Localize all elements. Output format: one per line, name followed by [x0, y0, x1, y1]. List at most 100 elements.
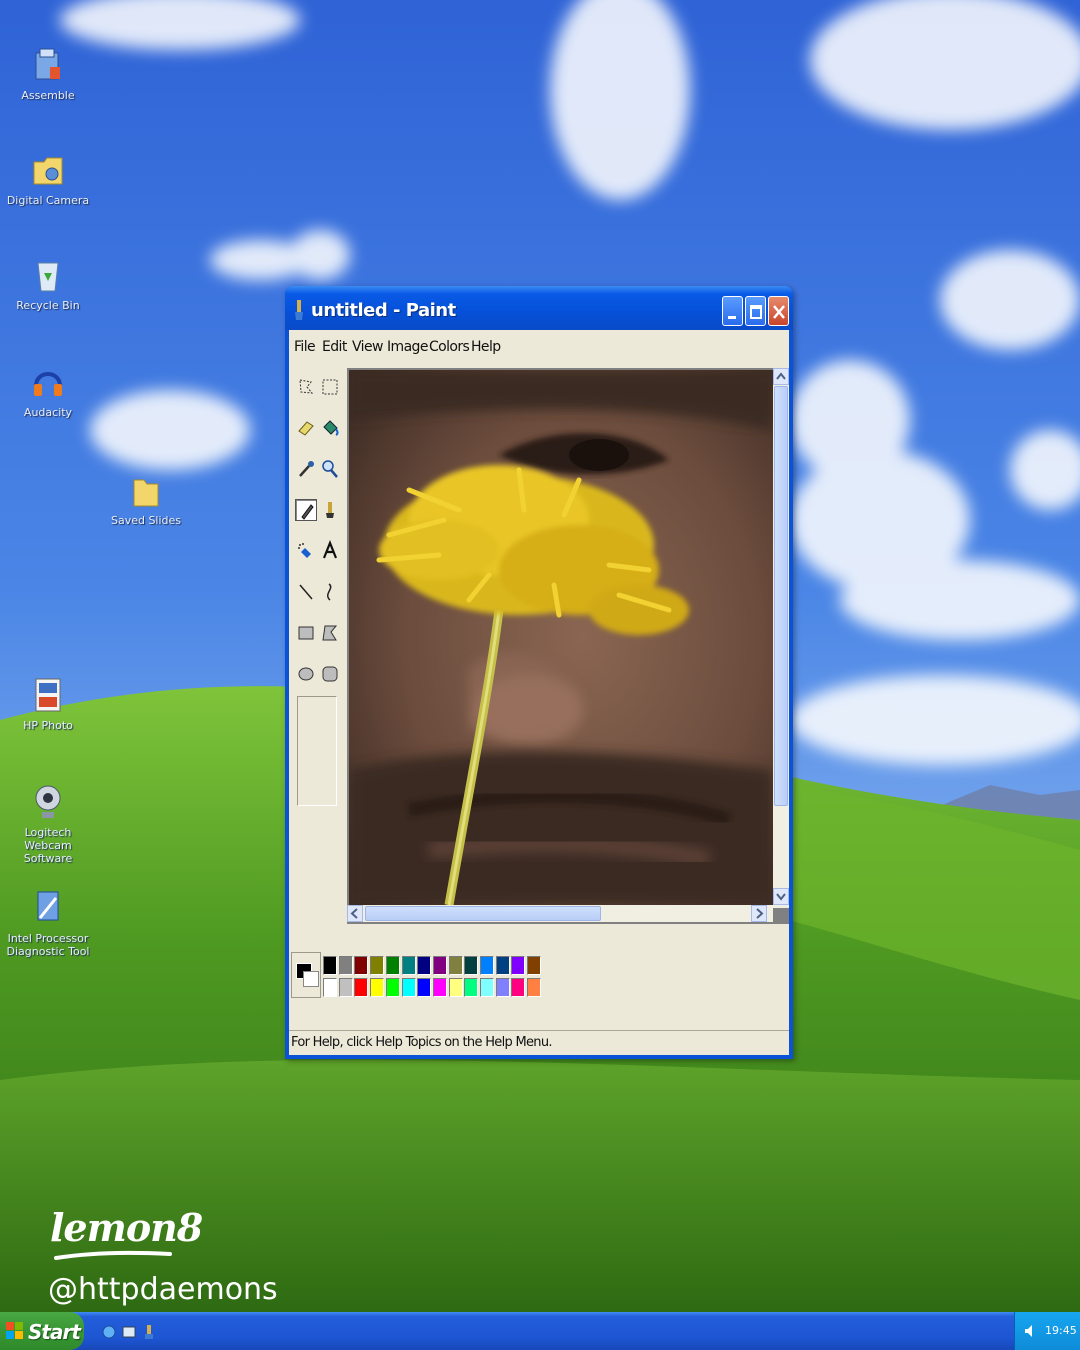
- minimize-button[interactable]: [722, 296, 743, 326]
- window-title: untitled - Paint: [311, 300, 456, 321]
- palette-swatch[interactable]: [323, 956, 337, 975]
- paint-window[interactable]: untitled - Paint File Edit View Image Co…: [285, 286, 793, 1059]
- current-colors[interactable]: [291, 952, 321, 998]
- desktop-icon-saved-slides[interactable]: Saved Slides: [98, 470, 194, 527]
- palette-swatch[interactable]: [354, 978, 369, 997]
- tool-options-box[interactable]: [297, 696, 337, 806]
- polygon-tool[interactable]: [319, 622, 341, 644]
- vertical-scroll-thumb[interactable]: [774, 386, 788, 806]
- desktop-icon-hp-photo[interactable]: HP Photo: [0, 675, 96, 732]
- palette-swatch[interactable]: [417, 956, 432, 975]
- vertical-scrollbar[interactable]: [773, 368, 789, 908]
- palette-swatch[interactable]: [323, 978, 337, 997]
- line-icon: [299, 584, 313, 600]
- line-tool[interactable]: [295, 581, 317, 603]
- photo-face-with-dandelion: [349, 370, 773, 905]
- headphones-icon: [34, 372, 62, 396]
- scroll-up-button[interactable]: [773, 368, 789, 385]
- desktop-icon-intel[interactable]: Intel Processor Diagnostic Tool: [0, 888, 96, 958]
- package-icon: [35, 48, 60, 80]
- palette-swatch[interactable]: [338, 956, 353, 975]
- desktop-icon-camera[interactable]: Digital Camera: [0, 150, 96, 207]
- airbrush-tool[interactable]: [295, 540, 317, 562]
- palette-swatch[interactable]: [448, 978, 463, 997]
- desktop-icon-audacity[interactable]: Audacity: [0, 362, 96, 419]
- desktop-icon-recycle-bin[interactable]: Recycle Bin: [0, 255, 96, 312]
- folder-camera-icon: [33, 157, 63, 185]
- volume-icon[interactable]: [1023, 1323, 1037, 1339]
- palette-swatch[interactable]: [511, 956, 526, 975]
- eraser-tool[interactable]: [295, 417, 317, 439]
- desktop-icon-label: Recycle Bin: [16, 299, 80, 312]
- pick-color-tool[interactable]: [295, 458, 317, 480]
- palette-swatch[interactable]: [480, 978, 494, 997]
- rect-select-tool[interactable]: [319, 376, 341, 398]
- scroll-down-button[interactable]: [773, 888, 789, 905]
- desktop-icon-assemble[interactable]: Assemble: [0, 45, 96, 102]
- quick-launch-paint-icon[interactable]: [142, 1324, 156, 1340]
- paint-client-area: File Edit View Image Colors Help For Hel…: [289, 330, 789, 1055]
- eraser-icon: [298, 421, 314, 436]
- menu-view[interactable]: View: [352, 339, 383, 355]
- palette-swatch[interactable]: [480, 956, 494, 975]
- airbrush-icon: [298, 543, 311, 558]
- palette-swatch[interactable]: [464, 978, 479, 997]
- rectangle-tool[interactable]: [295, 622, 317, 644]
- clock[interactable]: 19:45: [1045, 1324, 1077, 1337]
- rounded-rect-tool[interactable]: [319, 663, 341, 685]
- menu-file[interactable]: File: [294, 339, 316, 355]
- desktop-icon-logitech[interactable]: Logitech Webcam Software: [0, 782, 96, 865]
- menu-bar: File Edit View Image Colors Help: [289, 330, 789, 364]
- palette-swatch[interactable]: [511, 978, 526, 997]
- photo-software-icon: [35, 678, 61, 712]
- palette-swatch[interactable]: [401, 978, 416, 997]
- palette-swatch[interactable]: [527, 978, 542, 997]
- palette-swatch[interactable]: [354, 956, 369, 975]
- rect-select-icon: [322, 379, 338, 395]
- palette-swatch[interactable]: [527, 956, 542, 975]
- canvas-area[interactable]: [347, 368, 789, 924]
- curve-tool[interactable]: [319, 581, 341, 603]
- fill-tool[interactable]: [319, 417, 341, 439]
- background-color: [303, 971, 319, 987]
- text-tool[interactable]: [319, 540, 341, 562]
- horizontal-scrollbar[interactable]: [347, 905, 773, 922]
- canvas-image[interactable]: [349, 370, 773, 905]
- magnifier-tool[interactable]: [319, 458, 341, 480]
- palette-swatch[interactable]: [338, 978, 353, 997]
- quick-launch-ie-icon[interactable]: [102, 1324, 116, 1340]
- close-button[interactable]: [768, 296, 789, 326]
- quick-launch-desktop-icon[interactable]: [122, 1324, 136, 1340]
- palette-swatch[interactable]: [495, 956, 510, 975]
- palette-swatch[interactable]: [448, 956, 463, 975]
- maximize-button[interactable]: [745, 296, 766, 326]
- recycle-bin-icon: [37, 262, 59, 292]
- scroll-left-button[interactable]: [347, 905, 363, 922]
- palette-swatch[interactable]: [401, 956, 416, 975]
- pencil-tool[interactable]: [295, 499, 317, 521]
- scroll-right-button[interactable]: [751, 905, 767, 922]
- start-label: Start: [28, 1320, 81, 1344]
- palette-swatch[interactable]: [417, 978, 432, 997]
- rectangle-icon: [298, 626, 314, 640]
- start-button[interactable]: Start: [0, 1312, 84, 1350]
- menu-image[interactable]: Image: [387, 339, 428, 355]
- palette-swatch[interactable]: [432, 978, 447, 997]
- horizontal-scroll-thumb[interactable]: [365, 906, 601, 921]
- palette-swatch[interactable]: [370, 956, 385, 975]
- chevron-left-icon: [350, 908, 358, 919]
- palette-swatch[interactable]: [385, 978, 400, 997]
- title-bar[interactable]: untitled - Paint: [285, 286, 793, 330]
- menu-help[interactable]: Help: [471, 339, 501, 355]
- palette-swatch[interactable]: [385, 956, 400, 975]
- brush-tool[interactable]: [319, 499, 341, 521]
- palette-swatch[interactable]: [495, 978, 510, 997]
- menu-edit[interactable]: Edit: [322, 339, 347, 355]
- palette-swatch[interactable]: [370, 978, 385, 997]
- free-select-icon: [299, 379, 314, 394]
- palette-swatch[interactable]: [464, 956, 479, 975]
- ellipse-tool[interactable]: [295, 663, 317, 685]
- menu-colors[interactable]: Colors: [429, 339, 470, 355]
- palette-swatch[interactable]: [432, 956, 447, 975]
- free-select-tool[interactable]: [295, 376, 317, 398]
